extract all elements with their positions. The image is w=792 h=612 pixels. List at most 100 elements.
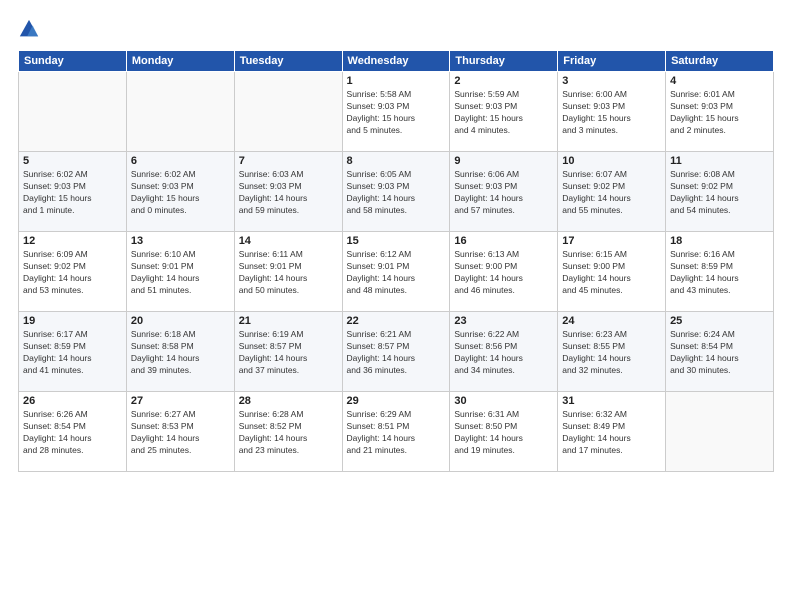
day-info: Sunrise: 6:26 AM Sunset: 8:54 PM Dayligh… [23,409,122,457]
day-info: Sunrise: 5:59 AM Sunset: 9:03 PM Dayligh… [454,89,553,137]
day-number: 7 [239,155,338,167]
calendar-cell: 15 Sunrise: 6:12 AM Sunset: 9:01 PM Dayli… [342,232,450,312]
calendar-cell: 19 Sunrise: 6:17 AM Sunset: 8:59 PM Dayli… [19,312,127,392]
calendar-cell: 14 Sunrise: 6:11 AM Sunset: 9:01 PM Dayli… [234,232,342,312]
logo [18,18,44,40]
day-info: Sunrise: 6:32 AM Sunset: 8:49 PM Dayligh… [562,409,661,457]
day-info: Sunrise: 6:15 AM Sunset: 9:00 PM Dayligh… [562,249,661,297]
day-info: Sunrise: 6:31 AM Sunset: 8:50 PM Dayligh… [454,409,553,457]
calendar-week-row: 19 Sunrise: 6:17 AM Sunset: 8:59 PM Dayli… [19,312,774,392]
calendar-header-row: SundayMondayTuesdayWednesdayThursdayFrid… [19,51,774,72]
calendar-cell: 2 Sunrise: 5:59 AM Sunset: 9:03 PM Daylig… [450,72,558,152]
calendar-cell [234,72,342,152]
day-info: Sunrise: 6:08 AM Sunset: 9:02 PM Dayligh… [670,169,769,217]
calendar-cell: 26 Sunrise: 6:26 AM Sunset: 8:54 PM Dayli… [19,392,127,472]
weekday-header: Saturday [666,51,774,72]
calendar-week-row: 26 Sunrise: 6:26 AM Sunset: 8:54 PM Dayli… [19,392,774,472]
weekday-header: Friday [558,51,666,72]
day-number: 29 [347,395,446,407]
calendar-cell: 25 Sunrise: 6:24 AM Sunset: 8:54 PM Dayli… [666,312,774,392]
calendar-cell: 5 Sunrise: 6:02 AM Sunset: 9:03 PM Daylig… [19,152,127,232]
calendar-cell: 27 Sunrise: 6:27 AM Sunset: 8:53 PM Dayli… [126,392,234,472]
day-info: Sunrise: 6:18 AM Sunset: 8:58 PM Dayligh… [131,329,230,377]
day-number: 4 [670,75,769,87]
day-info: Sunrise: 6:13 AM Sunset: 9:00 PM Dayligh… [454,249,553,297]
calendar-cell: 9Sunrise: 6:06 AM Sunset: 9:03 PM Daylig… [450,152,558,232]
day-number: 12 [23,235,122,247]
day-info: Sunrise: 6:05 AM Sunset: 9:03 PM Dayligh… [347,169,446,217]
day-number: 15 [347,235,446,247]
day-number: 22 [347,315,446,327]
day-number: 8 [347,155,446,167]
day-number: 19 [23,315,122,327]
calendar-cell: 7 Sunrise: 6:03 AM Sunset: 9:03 PM Daylig… [234,152,342,232]
calendar-cell [19,72,127,152]
calendar-cell: 29 Sunrise: 6:29 AM Sunset: 8:51 PM Dayli… [342,392,450,472]
day-info: Sunrise: 6:17 AM Sunset: 8:59 PM Dayligh… [23,329,122,377]
day-info: Sunrise: 6:16 AM Sunset: 8:59 PM Dayligh… [670,249,769,297]
day-number: 28 [239,395,338,407]
day-info: Sunrise: 6:19 AM Sunset: 8:57 PM Dayligh… [239,329,338,377]
day-number: 25 [670,315,769,327]
page-header [18,18,774,40]
day-info: Sunrise: 6:02 AM Sunset: 9:03 PM Dayligh… [23,169,122,217]
calendar-cell: 23Sunrise: 6:22 AM Sunset: 8:56 PM Dayli… [450,312,558,392]
day-number: 23 [454,315,553,327]
day-number: 27 [131,395,230,407]
logo-icon [18,18,40,40]
weekday-header: Sunday [19,51,127,72]
day-number: 30 [454,395,553,407]
day-info: Sunrise: 6:06 AM Sunset: 9:03 PM Dayligh… [454,169,553,217]
day-info: Sunrise: 6:24 AM Sunset: 8:54 PM Dayligh… [670,329,769,377]
calendar-cell: 16 Sunrise: 6:13 AM Sunset: 9:00 PM Dayli… [450,232,558,312]
day-number: 26 [23,395,122,407]
calendar-cell: 22 Sunrise: 6:21 AM Sunset: 8:57 PM Dayli… [342,312,450,392]
day-info: Sunrise: 6:23 AM Sunset: 8:55 PM Dayligh… [562,329,661,377]
day-number: 6 [131,155,230,167]
calendar-week-row: 1 Sunrise: 5:58 AM Sunset: 9:03 PM Daylig… [19,72,774,152]
calendar-cell: 30 Sunrise: 6:31 AM Sunset: 8:50 PM Dayli… [450,392,558,472]
day-info: Sunrise: 6:27 AM Sunset: 8:53 PM Dayligh… [131,409,230,457]
day-number: 5 [23,155,122,167]
calendar-cell: 18 Sunrise: 6:16 AM Sunset: 8:59 PM Dayli… [666,232,774,312]
weekday-header: Wednesday [342,51,450,72]
day-info: Sunrise: 5:58 AM Sunset: 9:03 PM Dayligh… [347,89,446,137]
calendar-cell: 17 Sunrise: 6:15 AM Sunset: 9:00 PM Dayli… [558,232,666,312]
day-number: 20 [131,315,230,327]
calendar-cell: 24 Sunrise: 6:23 AM Sunset: 8:55 PM Dayli… [558,312,666,392]
day-info: Sunrise: 6:29 AM Sunset: 8:51 PM Dayligh… [347,409,446,457]
day-info: Sunrise: 6:28 AM Sunset: 8:52 PM Dayligh… [239,409,338,457]
calendar-cell: 10 Sunrise: 6:07 AM Sunset: 9:02 PM Dayli… [558,152,666,232]
day-number: 14 [239,235,338,247]
calendar-cell: 11 Sunrise: 6:08 AM Sunset: 9:02 PM Dayli… [666,152,774,232]
calendar-week-row: 5 Sunrise: 6:02 AM Sunset: 9:03 PM Daylig… [19,152,774,232]
calendar-cell: 4 Sunrise: 6:01 AM Sunset: 9:03 PM Daylig… [666,72,774,152]
day-info: Sunrise: 6:03 AM Sunset: 9:03 PM Dayligh… [239,169,338,217]
day-info: Sunrise: 6:01 AM Sunset: 9:03 PM Dayligh… [670,89,769,137]
day-number: 2 [454,75,553,87]
calendar-cell [666,392,774,472]
day-info: Sunrise: 6:12 AM Sunset: 9:01 PM Dayligh… [347,249,446,297]
weekday-header: Tuesday [234,51,342,72]
calendar-cell: 13Sunrise: 6:10 AM Sunset: 9:01 PM Dayli… [126,232,234,312]
day-number: 17 [562,235,661,247]
calendar-cell: 21Sunrise: 6:19 AM Sunset: 8:57 PM Dayli… [234,312,342,392]
calendar-cell [126,72,234,152]
day-info: Sunrise: 6:11 AM Sunset: 9:01 PM Dayligh… [239,249,338,297]
day-number: 18 [670,235,769,247]
day-number: 1 [347,75,446,87]
day-number: 11 [670,155,769,167]
day-info: Sunrise: 6:07 AM Sunset: 9:02 PM Dayligh… [562,169,661,217]
day-number: 31 [562,395,661,407]
day-number: 3 [562,75,661,87]
day-number: 13 [131,235,230,247]
calendar-cell: 20 Sunrise: 6:18 AM Sunset: 8:58 PM Dayli… [126,312,234,392]
day-number: 16 [454,235,553,247]
day-number: 24 [562,315,661,327]
calendar-cell: 3Sunrise: 6:00 AM Sunset: 9:03 PM Daylig… [558,72,666,152]
day-number: 10 [562,155,661,167]
calendar-cell: 28 Sunrise: 6:28 AM Sunset: 8:52 PM Dayli… [234,392,342,472]
weekday-header: Monday [126,51,234,72]
day-info: Sunrise: 6:21 AM Sunset: 8:57 PM Dayligh… [347,329,446,377]
day-info: Sunrise: 6:09 AM Sunset: 9:02 PM Dayligh… [23,249,122,297]
